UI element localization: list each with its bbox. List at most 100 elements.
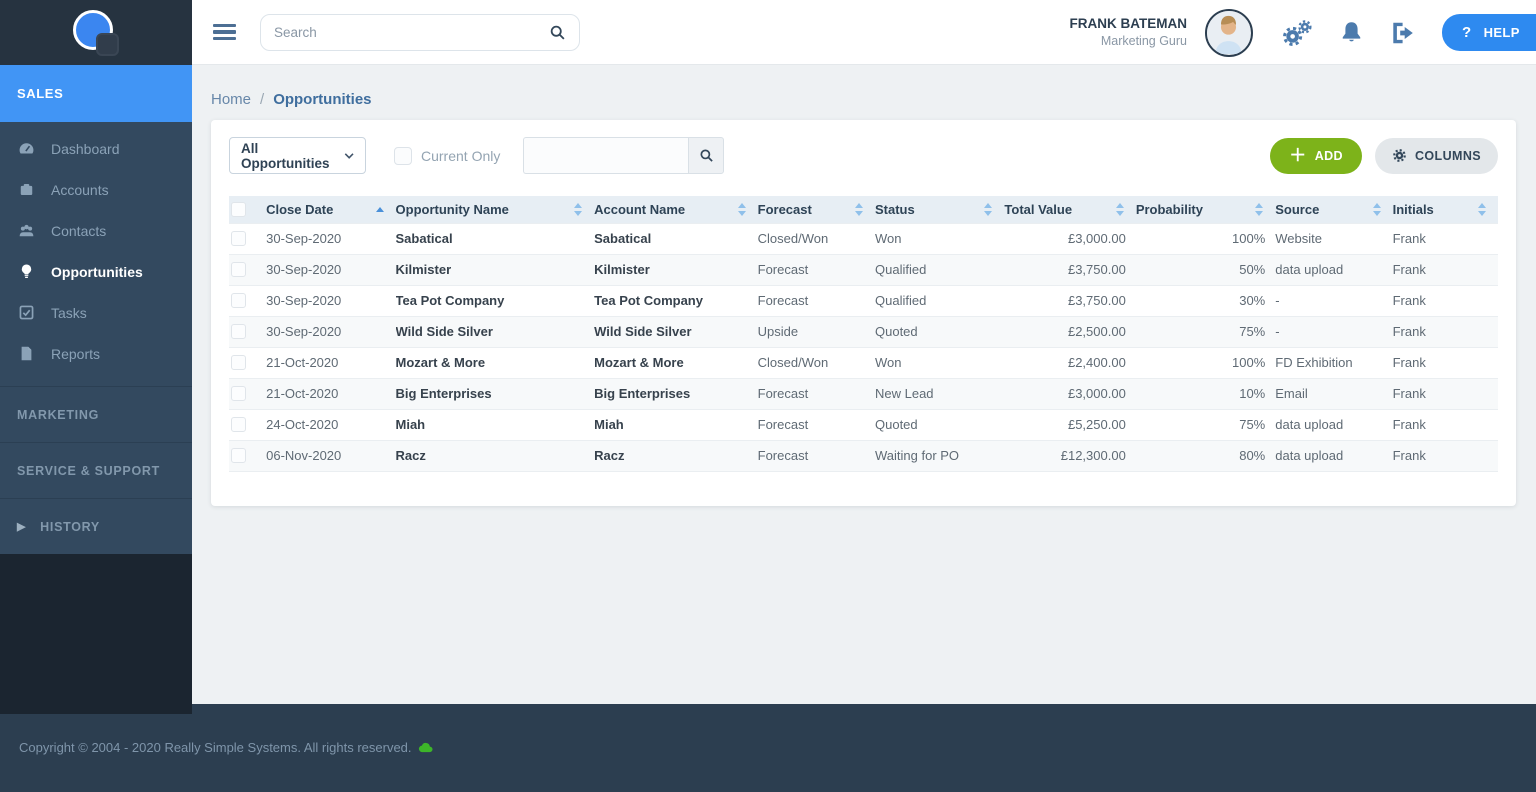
cell-status: Waiting for PO bbox=[875, 440, 1005, 472]
help-label: HELP bbox=[1483, 25, 1520, 40]
sidebar-main: SALES Dashboard Accounts Contacts Opport… bbox=[0, 65, 192, 554]
lightbulb-icon bbox=[18, 263, 35, 280]
sort-icon[interactable] bbox=[1372, 203, 1381, 216]
column-header-opportunity-name[interactable]: Opportunity Name bbox=[395, 196, 595, 223]
row-checkbox[interactable] bbox=[231, 355, 246, 370]
table-search-button[interactable] bbox=[688, 137, 725, 174]
row-checkbox[interactable] bbox=[231, 262, 246, 277]
column-label: Account Name bbox=[594, 201, 686, 217]
help-button[interactable]: ? HELP bbox=[1442, 14, 1536, 51]
table-row[interactable]: 06-Nov-2020 Racz Racz Forecast Waiting for P… bbox=[229, 440, 1498, 472]
table-row[interactable]: 30-Sep-2020 Wild Side Silver Wild Side Sil… bbox=[229, 316, 1498, 348]
cell-close-date: 21-Oct-2020 bbox=[266, 347, 396, 379]
row-checkbox[interactable] bbox=[231, 231, 246, 246]
cell-close-date: 30-Sep-2020 bbox=[266, 222, 396, 255]
column-header-account-name[interactable]: Account Name bbox=[594, 196, 758, 223]
sort-icon[interactable] bbox=[1255, 203, 1264, 216]
nav-section-marketing[interactable]: MARKETING bbox=[0, 386, 192, 442]
row-checkbox[interactable] bbox=[231, 417, 246, 432]
breadcrumb-home[interactable]: Home bbox=[211, 91, 251, 108]
cell-opportunity: Mozart & More bbox=[395, 347, 595, 379]
user-name: FRANK BATEMAN bbox=[1069, 15, 1188, 31]
cell-total-value: £12,300.00 bbox=[1004, 440, 1136, 472]
opportunity-filter-select[interactable]: All Opportunities bbox=[229, 137, 366, 174]
cell-source: Website bbox=[1275, 222, 1393, 255]
sort-icon[interactable] bbox=[984, 203, 993, 216]
cell-total-value: £3,750.00 bbox=[1004, 254, 1136, 286]
avatar[interactable] bbox=[1205, 8, 1253, 57]
notifications-bell-icon[interactable] bbox=[1339, 20, 1364, 45]
app-logo-icon[interactable] bbox=[73, 9, 119, 56]
current-only-checkbox[interactable] bbox=[394, 146, 412, 165]
select-all-checkbox[interactable] bbox=[231, 201, 246, 217]
cell-total-value: £3,000.00 bbox=[1004, 222, 1136, 255]
cell-forecast: Forecast bbox=[757, 440, 875, 472]
cell-account: Kilmister bbox=[594, 254, 758, 286]
settings-gears-icon[interactable] bbox=[1282, 19, 1312, 46]
row-checkbox-cell bbox=[229, 316, 267, 348]
check-square-icon bbox=[18, 304, 35, 321]
sort-icon[interactable] bbox=[1478, 203, 1486, 216]
table-row[interactable]: 24-Oct-2020 Miah Miah Forecast Quoted £5,250.… bbox=[229, 409, 1498, 441]
column-header-close-date[interactable]: Close Date bbox=[266, 196, 396, 223]
sidebar-item-dashboard[interactable]: Dashboard bbox=[0, 128, 192, 169]
sign-out-icon[interactable] bbox=[1390, 21, 1417, 45]
cell-opportunity: Sabatical bbox=[395, 222, 595, 255]
green-chat-icon[interactable] bbox=[418, 742, 433, 753]
cell-account: Tea Pot Company bbox=[594, 285, 758, 317]
nav-section-sales[interactable]: SALES bbox=[0, 65, 192, 122]
sidebar-item-opportunities[interactable]: Opportunities bbox=[0, 251, 192, 292]
cell-forecast: Forecast bbox=[757, 285, 875, 317]
caret-right-icon: ▶ bbox=[17, 521, 27, 533]
user-info[interactable]: FRANK BATEMAN Marketing Guru bbox=[1070, 15, 1188, 50]
column-label: Forecast bbox=[757, 201, 812, 217]
sidebar-item-contacts[interactable]: Contacts bbox=[0, 210, 192, 251]
sort-icon[interactable] bbox=[855, 203, 863, 216]
cell-status: Quoted bbox=[875, 316, 1005, 348]
row-checkbox[interactable] bbox=[231, 386, 246, 401]
cell-probability: 75% bbox=[1135, 409, 1276, 441]
sort-icon[interactable] bbox=[1115, 203, 1124, 216]
table-row[interactable]: 30-Sep-2020 Kilmister Kilmister Forecast Qua… bbox=[229, 254, 1498, 286]
cell-status: Won bbox=[875, 222, 1005, 255]
column-header-initials[interactable]: Initials bbox=[1392, 196, 1498, 223]
column-header-forecast[interactable]: Forecast bbox=[757, 196, 875, 223]
cell-initials: Frank bbox=[1392, 254, 1498, 286]
nav-section-service-support[interactable]: SERVICE & SUPPORT bbox=[0, 442, 192, 498]
plus-icon: ＋ bbox=[1289, 146, 1307, 165]
table-row[interactable]: 30-Sep-2020 Tea Pot Company Tea Pot Compan… bbox=[229, 285, 1498, 317]
hamburger-menu-icon[interactable] bbox=[213, 20, 236, 44]
search-icon[interactable] bbox=[549, 24, 566, 41]
row-checkbox[interactable] bbox=[231, 448, 246, 463]
cell-source: FD Exhibition bbox=[1275, 347, 1393, 379]
cell-close-date: 21-Oct-2020 bbox=[266, 378, 396, 410]
table-row[interactable]: 21-Oct-2020 Big Enterprises Big Enterprise… bbox=[229, 378, 1498, 410]
cell-close-date: 30-Sep-2020 bbox=[266, 285, 396, 317]
cell-forecast: Closed/Won bbox=[757, 222, 875, 255]
add-button[interactable]: ＋ ADD bbox=[1270, 137, 1362, 174]
copyright-text: Copyright © 2004 - 2020 Really Simple Sy… bbox=[19, 740, 412, 755]
column-header-source[interactable]: Source bbox=[1275, 196, 1393, 223]
sort-icon[interactable] bbox=[574, 203, 583, 216]
sidebar-item-history[interactable]: ▶ HISTORY bbox=[0, 498, 192, 554]
sort-icon[interactable] bbox=[737, 203, 746, 216]
global-search-input[interactable] bbox=[274, 24, 549, 40]
column-header-status[interactable]: Status bbox=[875, 196, 1005, 223]
table-search-input[interactable] bbox=[523, 137, 689, 174]
sidebar-item-reports[interactable]: Reports bbox=[0, 333, 192, 374]
sort-ascending-icon[interactable] bbox=[375, 206, 384, 212]
cell-source: - bbox=[1275, 316, 1393, 348]
column-header-total-value[interactable]: Total Value bbox=[1004, 196, 1136, 223]
cell-probability: 100% bbox=[1135, 222, 1276, 255]
row-checkbox[interactable] bbox=[231, 293, 246, 308]
table-row[interactable]: 21-Oct-2020 Mozart & More Mozart & More Clo… bbox=[229, 347, 1498, 379]
row-checkbox-cell bbox=[229, 347, 267, 379]
table-row[interactable]: 30-Sep-2020 Sabatical Sabatical Closed/Won W… bbox=[229, 222, 1498, 255]
row-checkbox[interactable] bbox=[231, 324, 246, 339]
columns-button[interactable]: COLUMNS bbox=[1375, 137, 1498, 174]
sidebar-item-accounts[interactable]: Accounts bbox=[0, 169, 192, 210]
sidebar-item-tasks[interactable]: Tasks bbox=[0, 292, 192, 333]
column-header-probability[interactable]: Probability bbox=[1135, 196, 1276, 223]
cell-close-date: 24-Oct-2020 bbox=[266, 409, 396, 441]
cell-probability: 75% bbox=[1135, 316, 1276, 348]
